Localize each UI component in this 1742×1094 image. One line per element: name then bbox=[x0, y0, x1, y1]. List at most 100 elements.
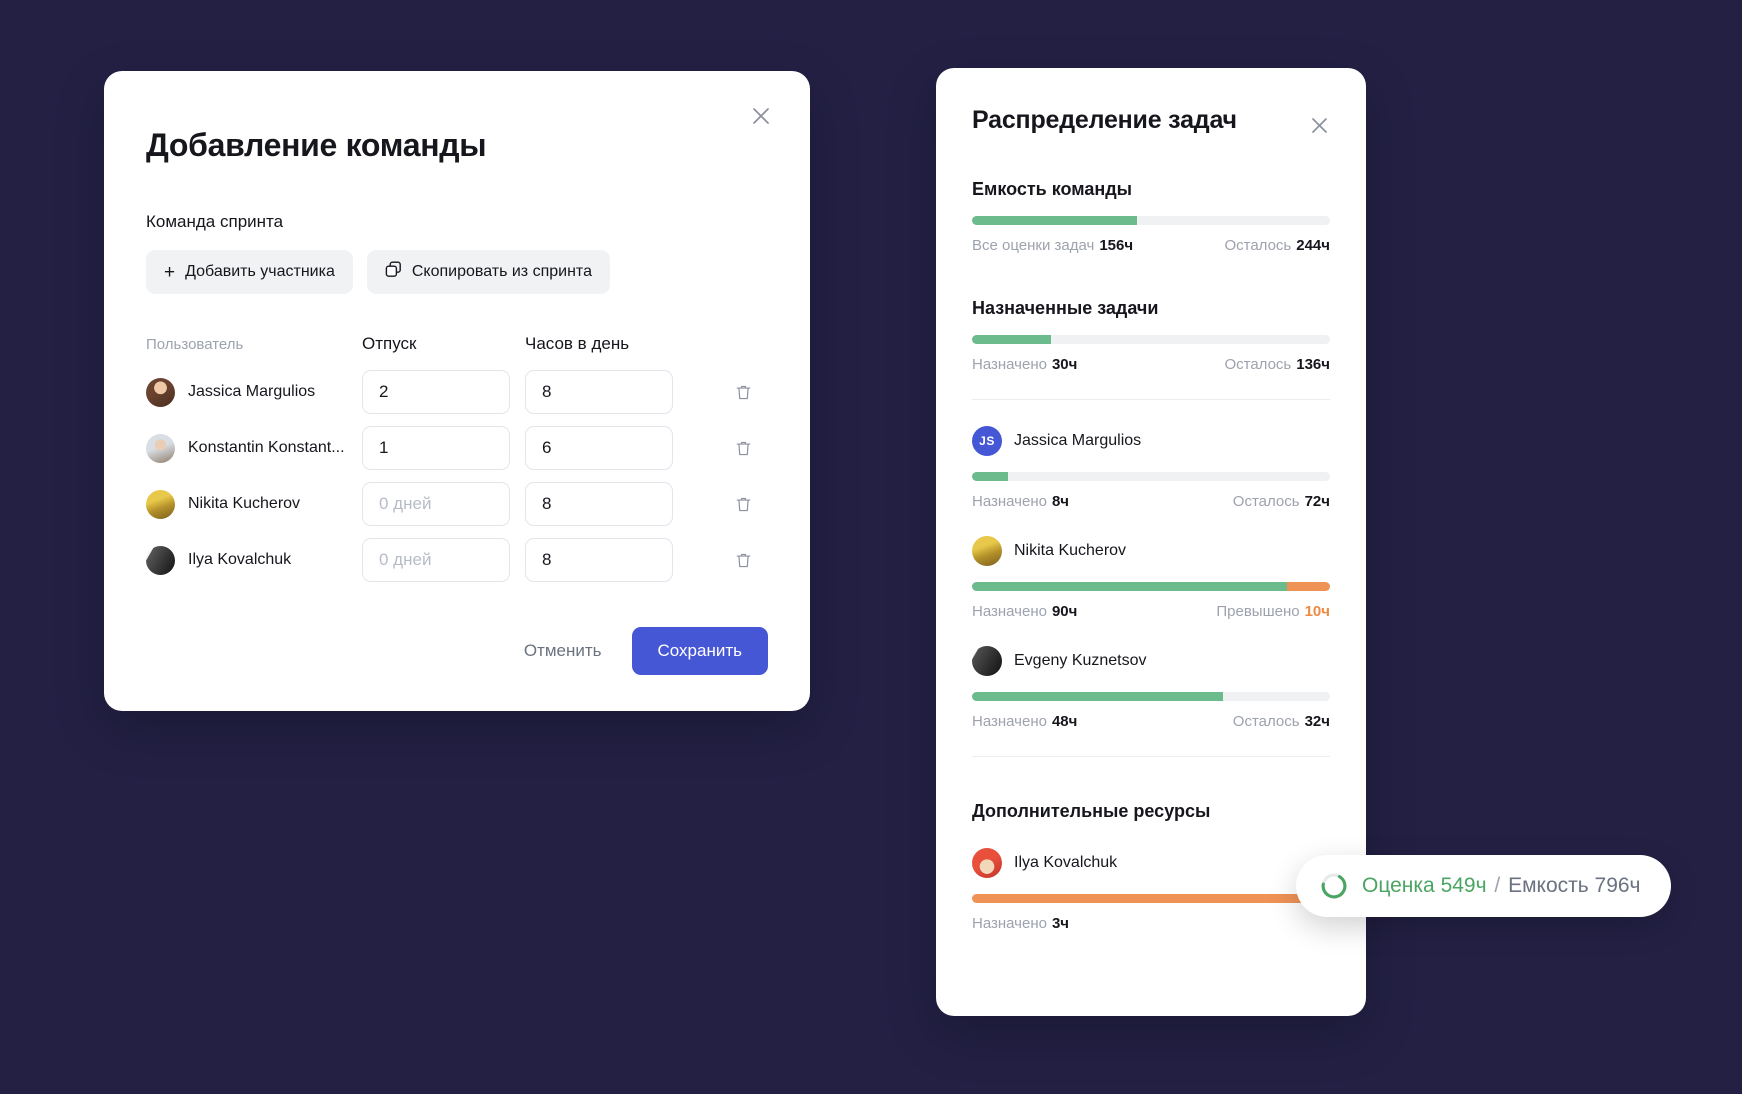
hours-cell bbox=[525, 364, 729, 420]
member-left: Назначено 8ч bbox=[972, 493, 1070, 510]
vacation-cell bbox=[362, 420, 525, 476]
capacity-heading: Емкость команды bbox=[972, 179, 1133, 199]
copy-from-sprint-button[interactable]: Скопировать из спринта bbox=[366, 250, 610, 294]
member-right: Превышено 10ч bbox=[1216, 603, 1330, 620]
column-header-actions bbox=[729, 334, 768, 364]
column-header-user: Пользователь bbox=[146, 335, 244, 353]
user-cell: Jassica Margulios bbox=[146, 364, 362, 420]
copy-from-sprint-label: Скопировать из спринта bbox=[411, 263, 592, 280]
trash-icon[interactable] bbox=[729, 546, 757, 574]
copy-icon bbox=[385, 261, 402, 283]
member-row: JS Jassica Margulios Назначено 8ч Осталось 72… bbox=[972, 426, 1330, 510]
team-actions: + Добавить участника Скопировать из спри… bbox=[146, 250, 768, 294]
vacation-input[interactable] bbox=[362, 538, 510, 582]
trash-icon[interactable] bbox=[729, 434, 757, 462]
avatar bbox=[146, 377, 175, 407]
avatar bbox=[972, 536, 1002, 566]
vacation-cell bbox=[362, 476, 525, 532]
close-icon[interactable] bbox=[1306, 112, 1332, 138]
member-progress-bar bbox=[972, 582, 1330, 591]
close-icon[interactable] bbox=[746, 101, 776, 131]
team-table: Пользователь Отпуск Часов в день Jassica… bbox=[146, 334, 768, 588]
app-root: Добавление команды Команда спринта + Доб… bbox=[0, 0, 1742, 1094]
row-actions bbox=[729, 476, 768, 532]
extra-member-row: Ilya Kovalchuk Назначено 3ч bbox=[972, 848, 1330, 932]
avatar bbox=[146, 433, 175, 463]
avatar bbox=[146, 489, 175, 519]
toast-capacity: Емкость 796ч bbox=[1508, 874, 1641, 897]
progress-fill-green bbox=[972, 335, 1051, 344]
table-header-row: Пользователь Отпуск Часов в день bbox=[146, 334, 768, 364]
assigned-right: Осталось 136ч bbox=[1224, 356, 1330, 373]
member-meta: Назначено 3ч bbox=[972, 915, 1330, 932]
member-left: Назначено 90ч bbox=[972, 603, 1078, 620]
row-actions bbox=[729, 532, 768, 588]
progress-fill-orange bbox=[972, 894, 1330, 903]
add-member-label: Добавить участника bbox=[185, 263, 335, 280]
member-meta: Назначено 90ч Превышено 10ч bbox=[972, 603, 1330, 620]
member-left: Назначено 3ч bbox=[972, 915, 1070, 932]
hours-per-day-input[interactable] bbox=[525, 482, 673, 526]
capacity-toast[interactable]: Оценка 549ч / Емкость 796ч bbox=[1296, 855, 1671, 917]
add-team-modal: Добавление команды Команда спринта + Доб… bbox=[104, 71, 810, 711]
progress-fill-green bbox=[972, 692, 1223, 701]
assigned-progress-bar bbox=[972, 335, 1330, 344]
member-left: Назначено 48ч bbox=[972, 713, 1078, 730]
member-name: Ilya Kovalchuk bbox=[1014, 854, 1118, 871]
save-button[interactable]: Сохранить bbox=[631, 627, 768, 675]
extra-resources-list: Ilya Kovalchuk Назначено 3ч bbox=[972, 848, 1330, 932]
capacity-progress-bar bbox=[972, 216, 1330, 225]
plus-icon: + bbox=[164, 261, 176, 283]
column-header-hours: Часов в день bbox=[525, 334, 630, 353]
member-meta: Назначено 8ч Осталось 72ч bbox=[972, 493, 1330, 510]
member-right: Осталось 32ч bbox=[1232, 713, 1330, 730]
member-name: Jassica Margulios bbox=[1014, 432, 1142, 449]
progress-fill-green bbox=[972, 216, 1137, 225]
table-row: Konstantin Konstant... bbox=[146, 420, 768, 476]
progress-ring-icon bbox=[1321, 873, 1347, 899]
member-meta: Назначено 48ч Осталось 32ч bbox=[972, 713, 1330, 730]
member-right bbox=[1325, 915, 1330, 932]
vacation-input[interactable] bbox=[362, 370, 510, 414]
avatar bbox=[972, 848, 1002, 878]
sprint-team-label: Команда спринта bbox=[146, 212, 284, 231]
divider bbox=[972, 399, 1330, 400]
assigned-meta: Назначено 30ч Осталось 136ч bbox=[972, 356, 1330, 373]
capacity-left: Все оценки задач 156ч bbox=[972, 237, 1134, 254]
assigned-heading: Назначенные задачи bbox=[972, 298, 1159, 318]
progress-fill-green bbox=[972, 582, 1288, 591]
progress-fill-orange bbox=[1287, 582, 1330, 591]
user-name: Jassica Margulios bbox=[188, 383, 316, 400]
table-row: Nikita Kucherov bbox=[146, 476, 768, 532]
member-row: Evgeny Kuznetsov Назначено 48ч Осталось 32ч bbox=[972, 646, 1330, 730]
extra-resources-heading: Дополнительные ресурсы bbox=[972, 801, 1211, 821]
modal-footer: Отменить Сохранить bbox=[146, 627, 768, 675]
user-cell: Nikita Kucherov bbox=[146, 476, 362, 532]
toast-estimate: Оценка 549ч bbox=[1362, 874, 1487, 897]
members-list: JS Jassica Margulios Назначено 8ч Осталось 72… bbox=[972, 426, 1330, 730]
member-name: Nikita Kucherov bbox=[1014, 542, 1127, 559]
hours-cell bbox=[525, 532, 729, 588]
hours-per-day-input[interactable] bbox=[525, 426, 673, 470]
toast-text: Оценка 549ч / Емкость 796ч bbox=[1362, 874, 1641, 898]
user-name: Konstantin Konstant... bbox=[188, 439, 345, 456]
vacation-input[interactable] bbox=[362, 426, 510, 470]
trash-icon[interactable] bbox=[729, 490, 757, 518]
table-row: Jassica Margulios bbox=[146, 364, 768, 420]
member-progress-bar bbox=[972, 692, 1330, 701]
page-title: Добавление команды bbox=[146, 127, 487, 163]
avatar: JS bbox=[972, 426, 1002, 456]
user-cell: Konstantin Konstant... bbox=[146, 420, 362, 476]
divider bbox=[972, 756, 1330, 757]
user-name: Nikita Kucherov bbox=[188, 495, 301, 512]
trash-icon[interactable] bbox=[729, 378, 757, 406]
vacation-input[interactable] bbox=[362, 482, 510, 526]
hours-per-day-input[interactable] bbox=[525, 538, 673, 582]
member-right: Осталось 72ч bbox=[1232, 493, 1330, 510]
hours-per-day-input[interactable] bbox=[525, 370, 673, 414]
member-name: Evgeny Kuznetsov bbox=[1014, 652, 1147, 669]
assigned-left: Назначено 30ч bbox=[972, 356, 1078, 373]
add-member-button[interactable]: + Добавить участника bbox=[146, 250, 353, 294]
cancel-button[interactable]: Отменить bbox=[508, 628, 618, 674]
column-header-vacation: Отпуск bbox=[362, 334, 417, 353]
